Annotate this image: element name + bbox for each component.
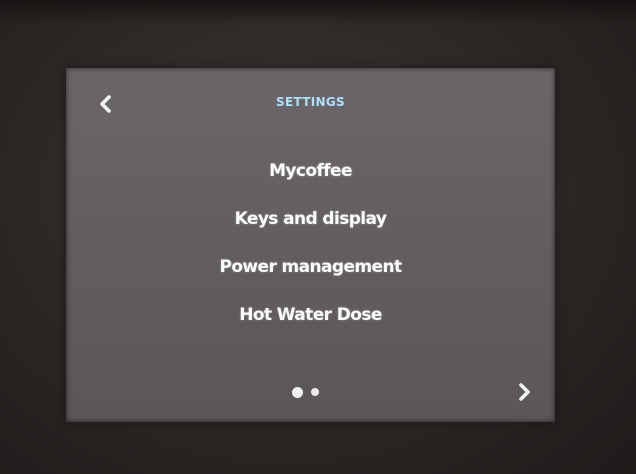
display-screen: SETTINGS Mycoffee Keys and display Power…: [66, 68, 555, 422]
menu-item-mycoffee[interactable]: Mycoffee: [66, 156, 555, 204]
settings-menu: Mycoffee Keys and display Power manageme…: [66, 156, 555, 348]
page-dot-2[interactable]: [311, 388, 319, 396]
menu-item-power-management[interactable]: Power management: [66, 252, 555, 300]
next-page-button[interactable]: [512, 380, 536, 404]
page-indicator: [292, 386, 319, 398]
menu-item-hot-water-dose[interactable]: Hot Water Dose: [66, 300, 555, 348]
page-dot-1-active[interactable]: [292, 386, 303, 398]
page-title: SETTINGS: [276, 95, 345, 109]
coffee-machine-photo: SETTINGS Mycoffee Keys and display Power…: [0, 0, 636, 474]
chevron-right-icon: [519, 383, 530, 401]
bezel-edge: [0, 0, 636, 24]
menu-item-keys-and-display[interactable]: Keys and display: [66, 204, 555, 252]
